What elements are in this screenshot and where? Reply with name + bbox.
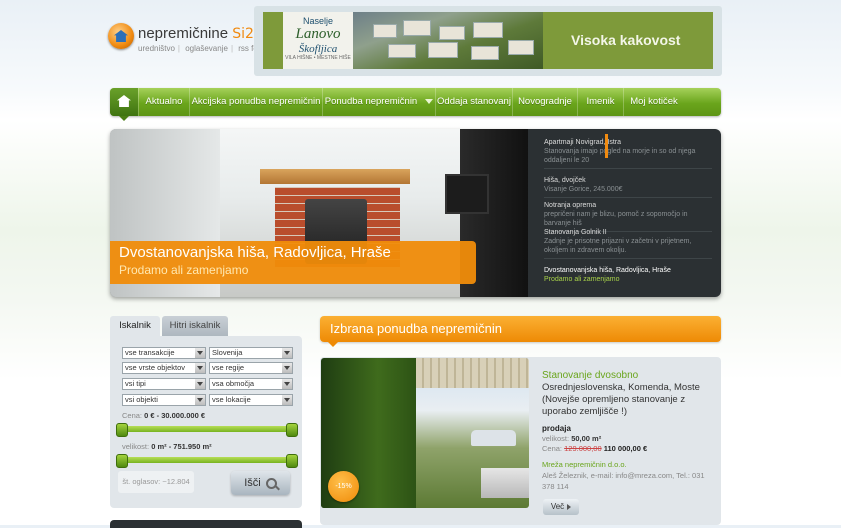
nav-imenik[interactable]: Imenik — [577, 88, 623, 116]
tab-hitri-iskalnik[interactable]: Hitri iskalnik — [162, 316, 228, 336]
more-button[interactable]: Več — [543, 499, 579, 515]
slide-list: Apartmaji Novigrad, Istra Stanovanja imaj… — [537, 129, 721, 297]
ad-banner[interactable]: Naselje Lanovo Škofljica VILA HIŠNE • ME… — [263, 12, 713, 69]
select-obmocja[interactable]: vsa območja — [209, 378, 293, 390]
listing-agency[interactable]: Mreža nepremičnin d.o.o. — [542, 460, 627, 469]
home-icon — [117, 95, 131, 107]
dropdown-icon — [195, 379, 205, 389]
listing-type: prodaja — [542, 424, 571, 433]
price-range-slider[interactable] — [116, 423, 298, 437]
active-slide-marker — [605, 134, 608, 158]
banner-image — [353, 12, 543, 69]
banner-line2: Lanovo — [295, 26, 341, 42]
discount-badge: -15% — [328, 471, 359, 502]
price-range-label: Cena: 0 € - 30.000.000 € — [122, 411, 205, 420]
new-price: 110 000,00 € — [603, 444, 648, 453]
old-price: 129.000,00 — [564, 444, 602, 453]
dropdown-icon — [282, 379, 292, 389]
select-lokacije[interactable]: vse lokacije — [209, 394, 293, 406]
sidebar-next-box — [110, 520, 302, 528]
banner-logo: Naselje Lanovo Škofljica VILA HIŠNE • ME… — [283, 12, 353, 69]
slide-list-item-active[interactable]: Dvostanovanjska hiša, Radovljica, Hraše P… — [544, 266, 712, 287]
dropdown-icon — [282, 395, 292, 405]
link-oglasevanje[interactable]: oglaševanje — [185, 44, 228, 53]
nav-novogradnje[interactable]: Novogradnje — [512, 88, 577, 116]
nav-ponudba-nepremicnin[interactable]: Ponudba nepremičnin — [322, 88, 435, 116]
dropdown-icon — [282, 363, 292, 373]
chevron-down-icon — [425, 98, 434, 104]
tab-iskalnik[interactable]: Iskalnik — [110, 316, 160, 336]
site-logo[interactable]: nepremičnine Si21 uredništvo | oglaševanj… — [108, 21, 267, 61]
size-range-slider[interactable] — [116, 454, 298, 468]
search-button[interactable]: Išči — [231, 471, 290, 495]
dropdown-icon — [195, 348, 205, 358]
site-title: nepremičnine Si21 — [138, 25, 263, 42]
select-transakcije[interactable]: vse transakcije — [122, 347, 206, 359]
slide-list-item[interactable]: Hiša, dvojček Visanje Gorice, 245.000€ — [544, 176, 712, 198]
select-drzava[interactable]: Slovenija — [209, 347, 293, 359]
slide-caption[interactable]: Dvostanovanjska hiša, Radovljica, Hraše … — [110, 241, 476, 284]
listing-size: velikost: 50,00 m² — [542, 434, 602, 443]
banner-tagline: Visoka kakovost — [571, 32, 681, 48]
price-min-handle[interactable] — [116, 423, 128, 437]
dropdown-icon — [195, 363, 205, 373]
size-max-handle[interactable] — [286, 454, 298, 468]
banner-small: VILA HIŠNE • MESTNE HIŠE — [285, 55, 351, 61]
price-max-handle[interactable] — [286, 423, 298, 437]
select-regije[interactable]: vse regije — [209, 362, 293, 374]
listing-photo[interactable]: -15% — [321, 358, 529, 508]
listing-location: Osrednjeslovenska, Komenda, Moste — [542, 382, 700, 393]
select-objekti[interactable]: vsi objekti — [122, 394, 206, 406]
house-logo-icon — [108, 23, 134, 49]
nav-oddaja-stanovanj[interactable]: Oddaja stanovanj — [435, 88, 512, 116]
size-range-label: velikost: 0 m² - 751.950 m² — [122, 442, 212, 451]
banner-line1: Naselje — [302, 16, 333, 26]
banner-line3: Škofljica — [298, 43, 338, 55]
dropdown-icon — [195, 395, 205, 405]
size-min-handle[interactable] — [116, 454, 128, 468]
listing-contact: Aleš Železnik, e-mail: info@mreza.com, T… — [542, 471, 705, 491]
arrow-right-icon — [567, 503, 572, 510]
featured-header: Izbrana ponudba nepremičnin — [320, 316, 721, 347]
nav-aktualno[interactable]: Aktualno — [138, 88, 189, 116]
slide-list-item[interactable]: Apartmaji Novigrad, Istra Stanovanja imaj… — [544, 138, 712, 169]
link-urednistvo[interactable]: uredništvo — [138, 44, 175, 53]
home-button[interactable] — [110, 88, 138, 121]
main-nav: Aktualno Akcijska ponudba nepremičnin Po… — [110, 88, 721, 121]
select-vrste-objektov[interactable]: vse vrste objektov — [122, 362, 206, 374]
slide-caption-subtitle: Prodamo ali zamenjamo — [119, 263, 249, 277]
ad-count: št. oglasov: ~12.804 — [118, 471, 194, 493]
logo-links: uredništvo | oglaševanje | rss feed — [138, 44, 267, 53]
listing-description: (Novejše opremljeno stanovanje z uporabo… — [542, 394, 686, 417]
listing-price: Cena: 129.000,00 110 000,00 € — [542, 444, 648, 453]
select-tipi[interactable]: vsi tipi — [122, 378, 206, 390]
nav-akcijska-ponudba[interactable]: Akcijska ponudba nepremičnin — [189, 88, 322, 116]
nav-moj-koticek[interactable]: Moj kotiček — [623, 88, 684, 116]
listing-title[interactable]: Stanovanje dvosobno — [542, 370, 638, 381]
slide-caption-title: Dvostanovanjska hiša, Radovljica, Hraše — [119, 244, 391, 261]
dropdown-icon — [282, 348, 292, 358]
featured-slider: Dvostanovanjska hiša, Radovljica, Hraše … — [110, 129, 721, 297]
search-icon — [265, 477, 277, 489]
featured-heading: Izbrana ponudba nepremičnin — [330, 321, 503, 336]
slide-list-item[interactable]: Stanovanja Golnik II Zadnje je prisotne p… — [544, 228, 712, 259]
